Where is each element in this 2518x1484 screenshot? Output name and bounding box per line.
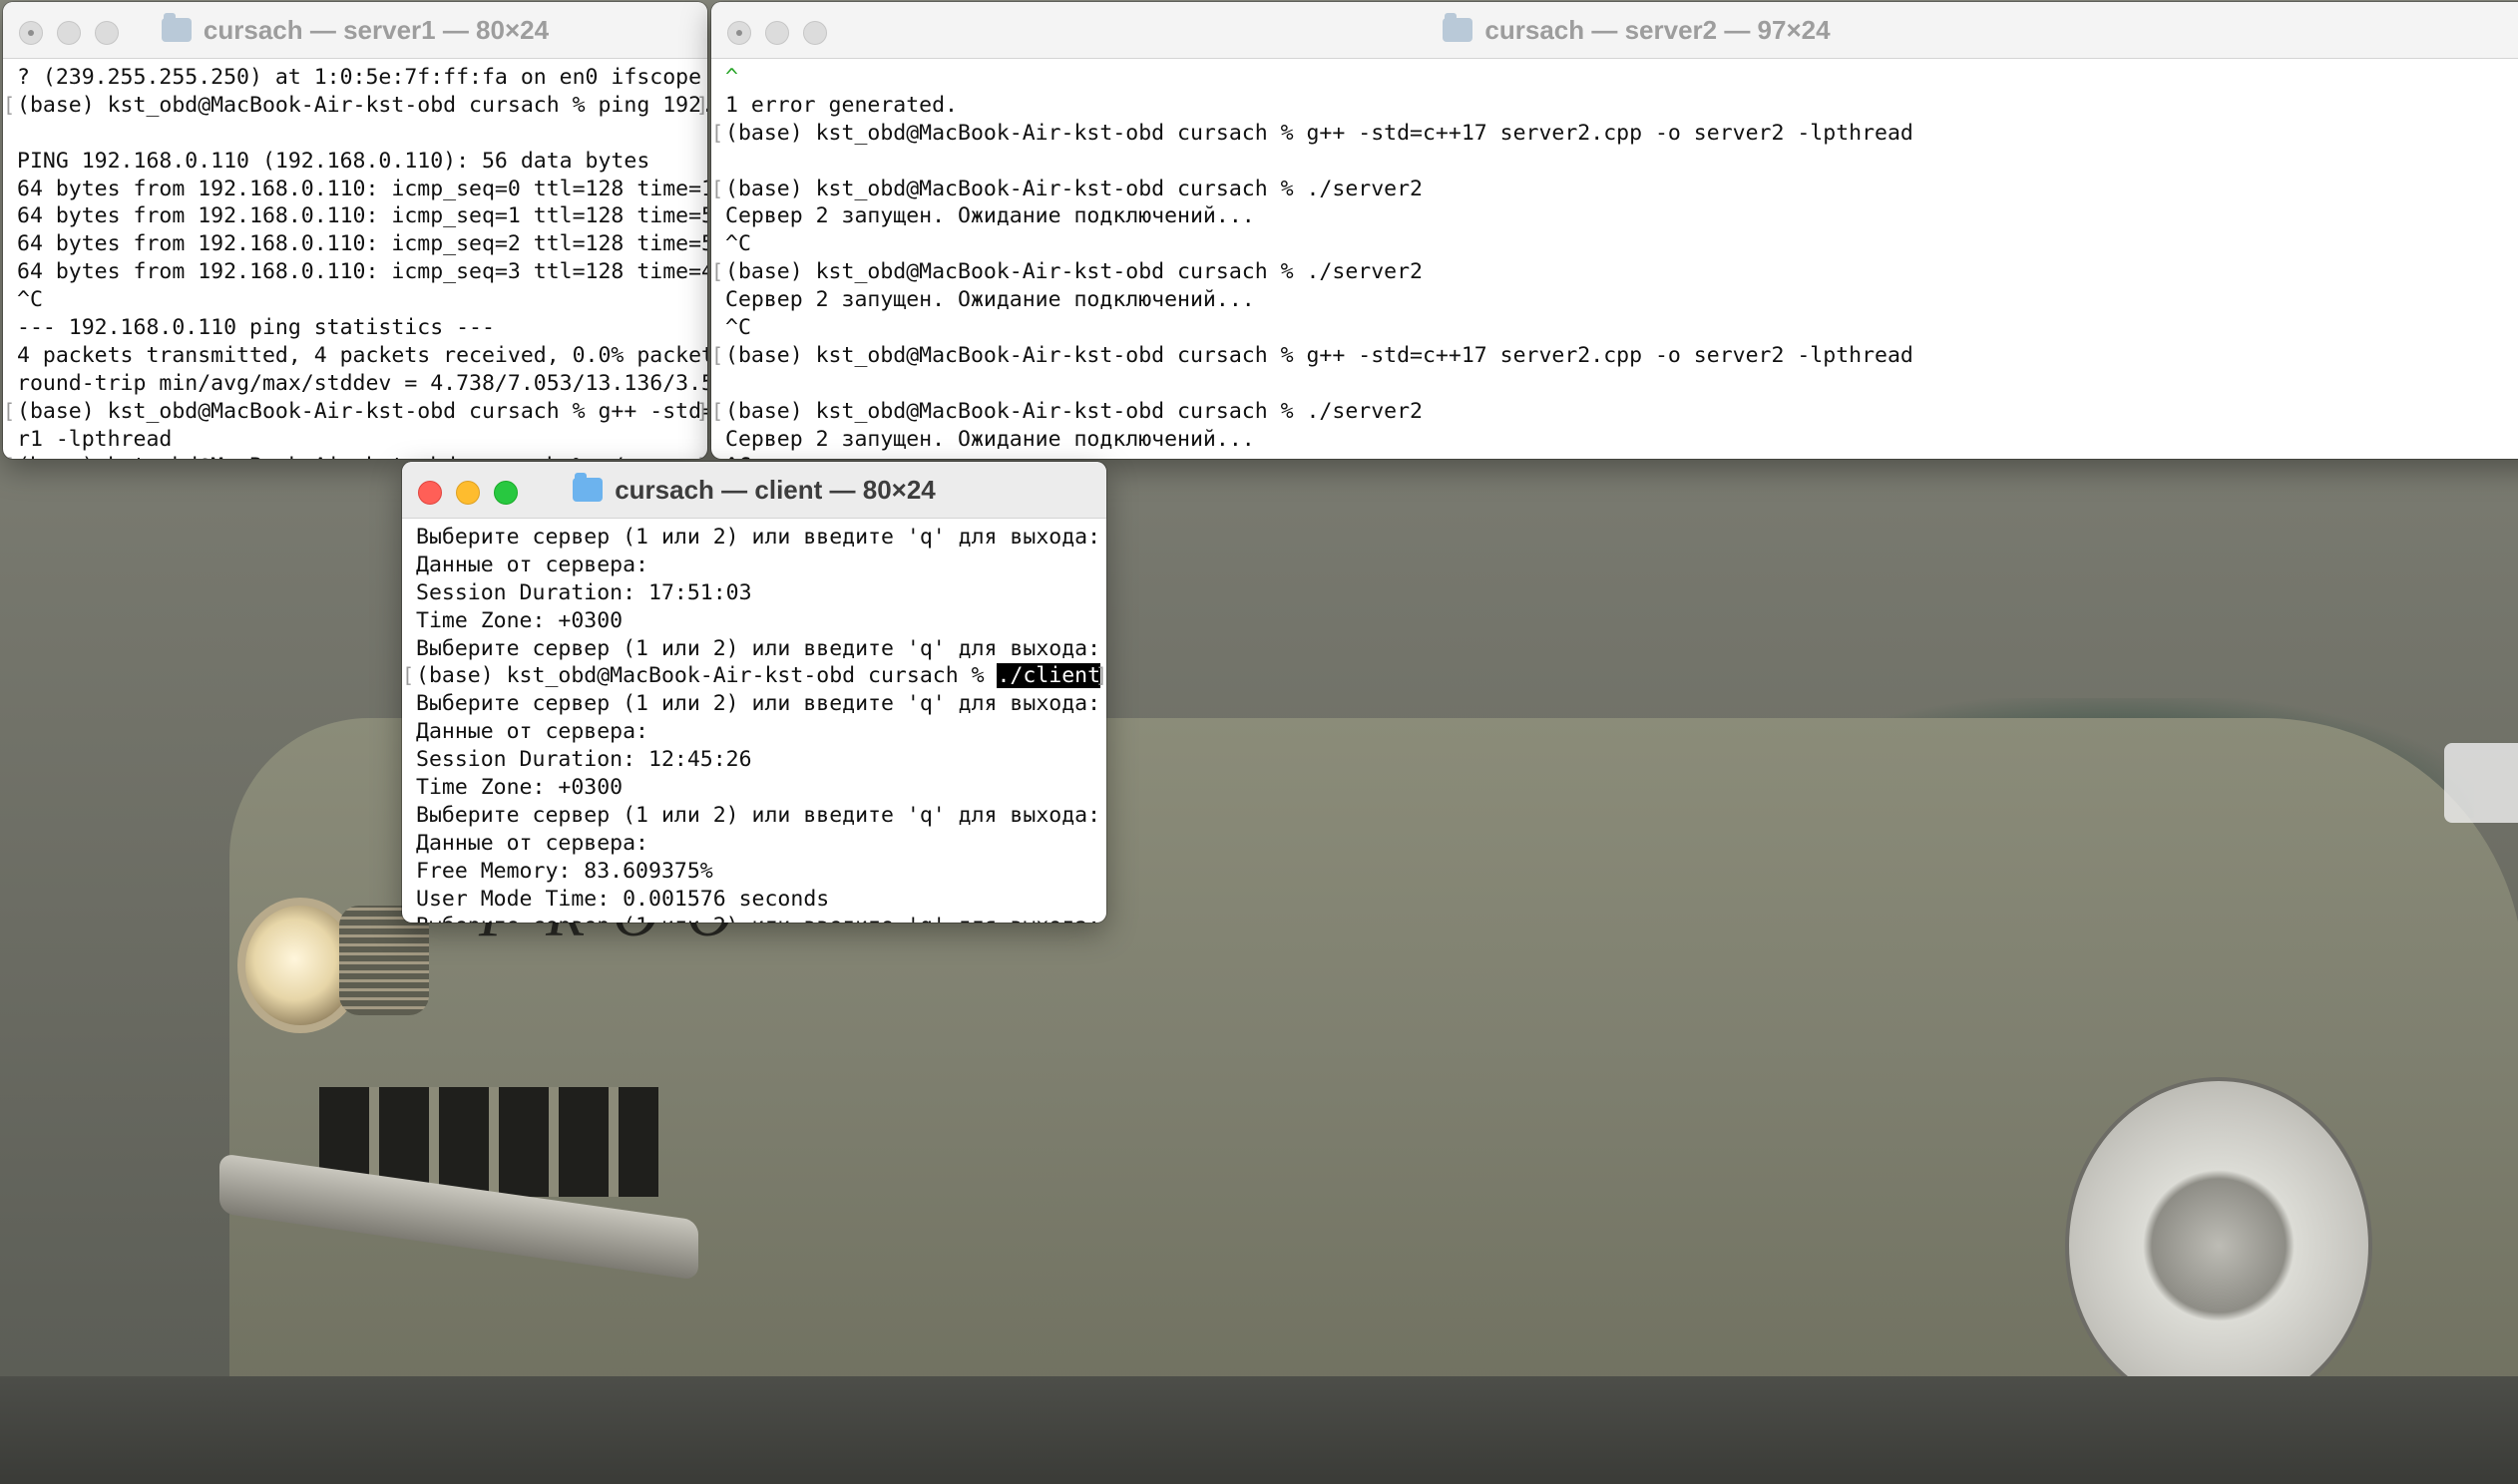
folder-icon bbox=[161, 13, 192, 42]
terminal-line: Free Memory: 83.609375% bbox=[416, 858, 713, 884]
terminal-line: 1 error generated. bbox=[725, 92, 958, 118]
folder-icon bbox=[573, 473, 604, 502]
terminal-line: ^ bbox=[725, 65, 738, 90]
terminal-line: Сервер 2 запущен. Ожидание подключений..… bbox=[725, 287, 1255, 313]
terminal-line: Данные от сервера: bbox=[416, 719, 648, 745]
background-window-edge[interactable] bbox=[2444, 743, 2518, 823]
terminal-line: ^C bbox=[17, 287, 43, 313]
terminal-line: (base) kst_obd@MacBook-Air-kst-obd cursa… bbox=[711, 342, 2518, 370]
terminal-window-client[interactable]: cursach — client — 80×24 Выберите сервер… bbox=[402, 462, 1106, 923]
terminal-line: ^C bbox=[725, 453, 2518, 459]
terminal-window-server1[interactable]: cursach — server1 — 80×24 ? (239.255.255… bbox=[3, 2, 707, 459]
terminal-line: (base) kst_obd@MacBook-Air-kst-obd cursa… bbox=[711, 120, 2518, 148]
terminal-line: r1 -lpthread bbox=[17, 426, 173, 452]
folder-icon bbox=[1443, 13, 1473, 42]
terminal-line: Данные от сервера: bbox=[416, 552, 648, 577]
terminal-line: Session Duration: 17:51:03 bbox=[416, 579, 752, 605]
window-titlebar[interactable]: cursach — server2 — 97×24 bbox=[711, 2, 2518, 59]
terminal-line: 4 packets transmitted, 4 packets receive… bbox=[17, 342, 707, 368]
window-title: cursach — server2 — 97×24 bbox=[711, 2, 2518, 58]
window-titlebar[interactable]: cursach — client — 80×24 bbox=[402, 462, 1106, 519]
terminal-output[interactable]: ^1 error generated.(base) kst_obd@MacBoo… bbox=[711, 59, 2518, 459]
terminal-line: round-trip min/avg/max/stddev = 4.738/7.… bbox=[17, 370, 707, 396]
terminal-line: 64 bytes from 192.168.0.110: icmp_seq=2 … bbox=[17, 231, 707, 257]
window-title-text: cursach — server2 — 97×24 bbox=[1484, 14, 1831, 45]
window-title: cursach — server1 — 80×24 bbox=[3, 2, 707, 58]
terminal-line: 64 bytes from 192.168.0.110: icmp_seq=1 … bbox=[17, 203, 707, 229]
terminal-line: Сервер 2 запущен. Ожидание подключений..… bbox=[725, 203, 1255, 229]
terminal-line: Выберите сервер (1 или 2) или введите 'q… bbox=[416, 802, 1106, 828]
terminal-line: Выберите сервер (1 или 2) или введите 'q… bbox=[416, 525, 1106, 550]
terminal-window-server2[interactable]: cursach — server2 — 97×24 ^ 1 error gener… bbox=[711, 2, 2518, 459]
selected-command-text[interactable]: ./client bbox=[997, 663, 1101, 689]
window-titlebar[interactable]: cursach — server1 — 80×24 bbox=[3, 2, 707, 59]
window-title: cursach — client — 80×24 bbox=[402, 462, 1106, 518]
terminal-line: PING 192.168.0.110 (192.168.0.110): 56 d… bbox=[17, 148, 650, 174]
terminal-line: ^C bbox=[725, 231, 751, 257]
terminal-line: 64 bytes from 192.168.0.110: icmp_seq=3 … bbox=[17, 259, 707, 285]
terminal-line: Сервер 2 запущен. Ожидание подключений..… bbox=[725, 426, 1255, 452]
terminal-line: User Mode Time: 0.001576 seconds bbox=[416, 886, 830, 912]
terminal-line: (base) kst_obd@MacBook-Air-kst-obd cursa… bbox=[3, 398, 707, 426]
terminal-line: --- 192.168.0.110 ping statistics --- bbox=[17, 315, 495, 341]
terminal-line: Time Zone: +0300 bbox=[416, 775, 624, 801]
terminal-line: (base) kst_obd@MacBook-Air-kst-obd cursa… bbox=[3, 453, 707, 459]
terminal-line: (base) kst_obd@MacBook-Air-kst-obd cursa… bbox=[711, 176, 2518, 203]
terminal-line: (base) kst_obd@MacBook-Air-kst-obd cursa… bbox=[711, 398, 2518, 426]
terminal-line: ^C bbox=[725, 315, 751, 341]
terminal-line: Выберите сервер (1 или 2) или введите 'q… bbox=[416, 913, 1106, 923]
terminal-line: (base) kst_obd@MacBook-Air-kst-obd cursa… bbox=[402, 662, 1106, 690]
window-title-text: cursach — server1 — 80×24 bbox=[203, 14, 550, 45]
terminal-output[interactable]: Выберите сервер (1 или 2) или введите 'q… bbox=[402, 519, 1106, 923]
terminal-line: 64 bytes from 192.168.0.110: icmp_seq=0 … bbox=[17, 176, 707, 201]
terminal-line: (base) kst_obd@MacBook-Air-kst-obd cursa… bbox=[711, 258, 2518, 286]
terminal-line: Выберите сервер (1 или 2) или введите 'q… bbox=[416, 691, 1106, 717]
terminal-line: Данные от сервера: bbox=[416, 830, 648, 856]
terminal-output[interactable]: ? (239.255.255.250) at 1:0:5e:7f:ff:fa o… bbox=[3, 59, 707, 459]
window-title-text: cursach — client — 80×24 bbox=[615, 474, 936, 505]
terminal-line: Session Duration: 12:45:26 bbox=[416, 747, 752, 773]
wallpaper-ground bbox=[0, 1376, 2518, 1484]
terminal-line: Выберите сервер (1 или 2) или введите 'q… bbox=[416, 635, 1106, 661]
wallpaper-wheel bbox=[2065, 1077, 2372, 1414]
terminal-line: Time Zone: +0300 bbox=[416, 607, 624, 633]
terminal-line: (base) kst_obd@MacBook-Air-kst-obd cursa… bbox=[3, 92, 707, 120]
terminal-line: ? (239.255.255.250) at 1:0:5e:7f:ff:fa o… bbox=[17, 65, 702, 90]
